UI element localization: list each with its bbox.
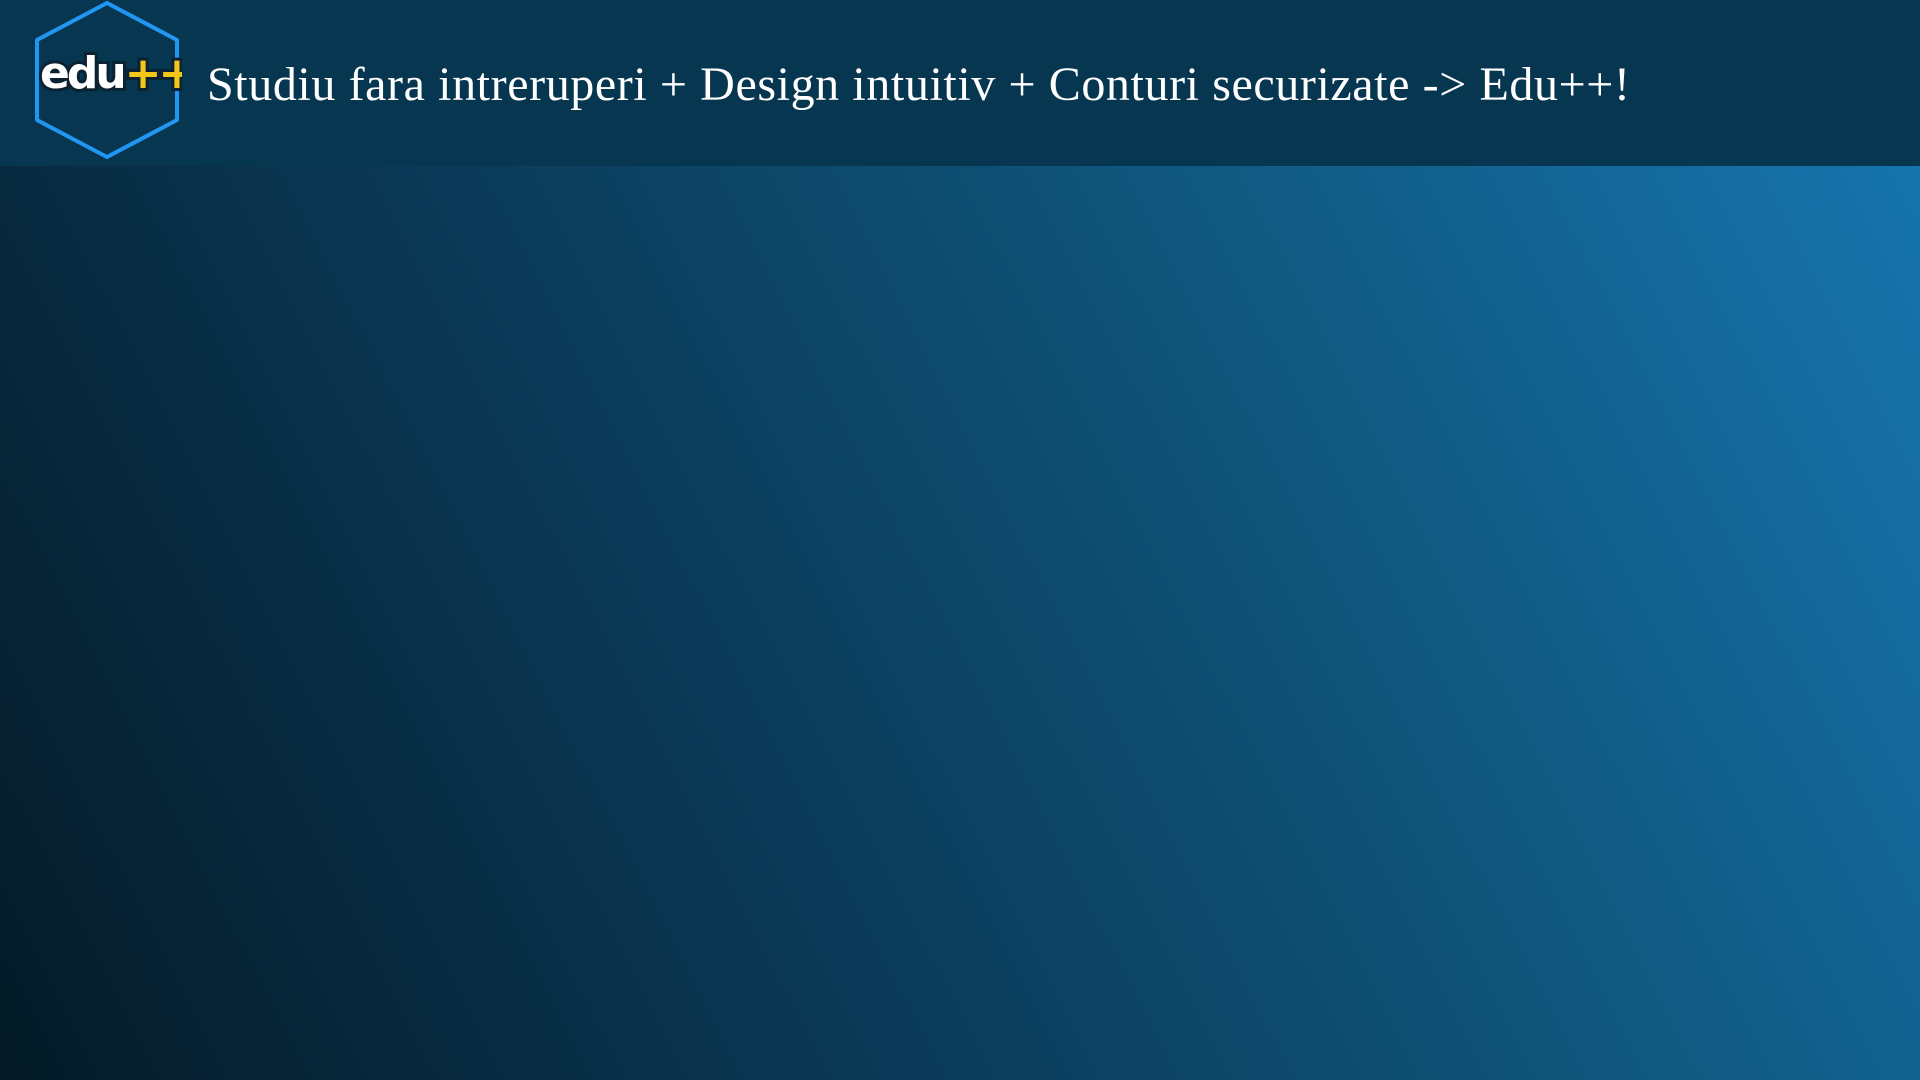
edu-plus-plus-logo[interactable]: edu++ edu++: [32, 0, 182, 160]
logo-text: edu++: [40, 48, 182, 99]
hexagon-logo-icon: edu++ edu++: [35, 1, 182, 159]
header-tagline: Studiu fara intreruperi + Design intuiti…: [207, 58, 1631, 111]
logo-text-accent: ++: [125, 48, 182, 99]
logo-text-main: edu: [40, 48, 124, 99]
main-content-area: [0, 166, 1920, 1080]
top-header: edu++ edu++ Studiu fara intreruperi + De…: [0, 0, 1920, 166]
